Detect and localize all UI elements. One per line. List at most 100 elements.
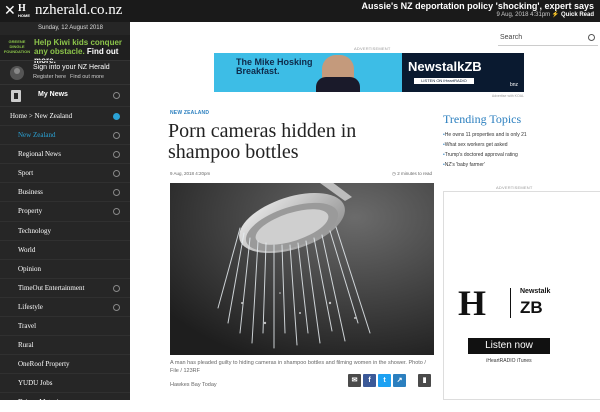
breaking-title[interactable]: Aussie's NZ deportation policy 'shocking… (362, 1, 594, 11)
nav-item-sport[interactable]: Sport (0, 163, 130, 182)
nav-label: New Zealand (18, 131, 56, 140)
email-icon[interactable]: ✉ (348, 374, 361, 387)
nav-label: Rural (18, 341, 34, 350)
info-icon[interactable] (113, 132, 120, 140)
nav-item-world[interactable]: World (0, 239, 130, 259)
zb-label: ZB (520, 298, 543, 317)
promo-org: GREENE DINGLE FOUNDATION (3, 39, 31, 54)
nav-label: TimeOut Entertainment (18, 283, 85, 292)
info-icon[interactable] (113, 92, 120, 99)
trending-topics: Trending Topics He owns 11 properties an… (443, 112, 599, 170)
read-time-text: 2 minutes to read (397, 171, 432, 176)
info-icon[interactable] (113, 170, 120, 178)
search-input[interactable]: Search (498, 32, 598, 46)
image-caption: A man has pleaded guilty to hiding camer… (170, 360, 426, 374)
nav-item-timeout[interactable]: TimeOut Entertainment (0, 277, 130, 297)
app-logos: iHeartRADIO iTunes (486, 358, 532, 364)
sign-in-panel[interactable]: Sign into your NZ Herald Register here F… (0, 60, 130, 84)
nav-label: Business (18, 188, 43, 197)
nav-item-travel[interactable]: Travel (0, 316, 130, 335)
sidebar-date: Sunday, 12 August 2018 (38, 25, 103, 31)
listen-now-button[interactable]: Listen now (468, 338, 550, 354)
ad-label: ADVERTISEMENT (496, 185, 533, 190)
info-icon[interactable] (113, 303, 120, 311)
nav-label: World (18, 245, 36, 254)
nav-item-opinion[interactable]: Opinion (0, 258, 130, 278)
nav-label: Travel (18, 322, 37, 331)
promo-banner[interactable]: GREENE DINGLE FOUNDATION Help Kiwi kids … (0, 35, 130, 65)
host-photo (316, 55, 360, 92)
banner-text: The Mike Hosking Breakfast. (236, 57, 313, 76)
divider (510, 288, 511, 318)
lightning-icon: ⚡ (551, 12, 560, 18)
my-news[interactable]: My News (0, 84, 130, 106)
banner-listen: LISTEN ON iHeartRADIO (414, 78, 474, 84)
nav-item-technology[interactable]: Technology (0, 220, 130, 240)
trending-item[interactable]: He owns 11 properties and is only 21 (443, 130, 599, 140)
bnz-logo: bnz (509, 82, 518, 88)
my-news-label: My News (38, 91, 68, 98)
article-source: Hawkes Bay Today (170, 382, 217, 388)
nav-label: Technology (18, 226, 51, 235)
bookmark-icon (11, 90, 21, 102)
nav-label: Home > New Zealand (10, 112, 73, 120)
nav-item-oneroof[interactable]: OneRoof Property (0, 354, 130, 373)
search-icon[interactable] (588, 34, 595, 41)
read-time: ◷ 2 minutes to read (392, 171, 432, 177)
breaking-news[interactable]: Aussie's NZ deportation policy 'shocking… (362, 1, 594, 18)
nav-item-business[interactable]: Business (0, 182, 130, 201)
find-out-link[interactable]: Find out more (70, 74, 104, 80)
nav-label: Opinion (18, 264, 41, 273)
selected-icon (113, 113, 120, 120)
trending-title: Trending Topics (443, 112, 522, 126)
info-icon[interactable] (113, 151, 120, 159)
sidebar-nav: Home > New Zealand New Zealand Regional … (0, 106, 130, 412)
nav-item-lifestyle[interactable]: Lifestyle (0, 296, 130, 316)
nav-label: Sport (18, 169, 34, 178)
nav-label: Regional News (18, 150, 61, 159)
nav-label: Lifestyle (18, 302, 43, 311)
trending-item[interactable]: NZ's 'baby farmer' (443, 160, 599, 170)
sidebar: Sunday, 12 August 2018 GREENE DINGLE FOU… (0, 22, 130, 406)
site-name[interactable]: nzherald.co.nz (35, 2, 122, 19)
article-hero-image[interactable] (170, 183, 434, 355)
nav-item-property[interactable]: Property (0, 201, 130, 220)
banner-brand: NewstalkZB LISTEN ON iHeartRADIO bnz (402, 53, 524, 92)
close-icon[interactable]: ✕ (4, 3, 16, 19)
main-content: Search ADVERTISEMENT The Mike Hosking Br… (130, 22, 600, 400)
facebook-icon[interactable]: f (363, 374, 376, 387)
herald-logo: H (458, 283, 487, 323)
article-date: 9 Aug, 2018 4:20pm (170, 171, 211, 176)
nav-item-rural[interactable]: Rural (0, 335, 130, 354)
article-headline: Porn cameras hidden in shampoo bottles (168, 120, 357, 163)
nav-item-home-nz[interactable]: Home > New Zealand (0, 106, 130, 125)
home-label[interactable]: HOME (18, 13, 30, 18)
share-icon[interactable]: ↗ (393, 374, 406, 387)
nav-item-regional-news[interactable]: Regional News (0, 144, 130, 163)
info-icon[interactable] (113, 284, 120, 292)
banner-brand-name: NewstalkZB (408, 59, 482, 74)
quick-read-link[interactable]: Quick Read (561, 12, 594, 18)
sidebar-ad[interactable]: H Newstalk ZB Listen now iHeartRADIO iTu… (443, 191, 600, 400)
ad-banner[interactable]: The Mike Hosking Breakfast. NewstalkZB L… (214, 53, 524, 92)
info-icon[interactable] (113, 189, 120, 197)
nav-item-driven-motoring[interactable]: Driven Motoring (0, 392, 130, 411)
sign-in-title[interactable]: Sign into your NZ Herald (33, 64, 110, 71)
info-icon[interactable] (113, 208, 120, 216)
section-label[interactable]: NEW ZEALAND (170, 110, 209, 116)
nav-label: Property (18, 207, 43, 216)
nav-label: OneRoof Property (18, 360, 70, 369)
register-link[interactable]: Register here (33, 74, 66, 80)
shower-head-image (170, 183, 434, 355)
clock-icon: ◷ (392, 171, 396, 176)
bookmark-icon[interactable]: ▮ (418, 374, 431, 387)
twitter-icon[interactable]: t (378, 374, 391, 387)
ad-attribution: Advertise with KOAL (491, 94, 524, 98)
newstalk-label: Newstalk (520, 288, 551, 295)
nav-item-yudu-jobs[interactable]: YUDU Jobs (0, 373, 130, 392)
nav-label: YUDU Jobs (18, 379, 53, 388)
trending-item[interactable]: Trump's doctored approval rating (443, 150, 599, 160)
nav-item-new-zealand[interactable]: New Zealand (0, 125, 130, 144)
top-bar: ✕ H HOME nzherald.co.nz Aussie's NZ depo… (0, 0, 600, 22)
trending-item[interactable]: What sex workers get asked (443, 140, 599, 150)
